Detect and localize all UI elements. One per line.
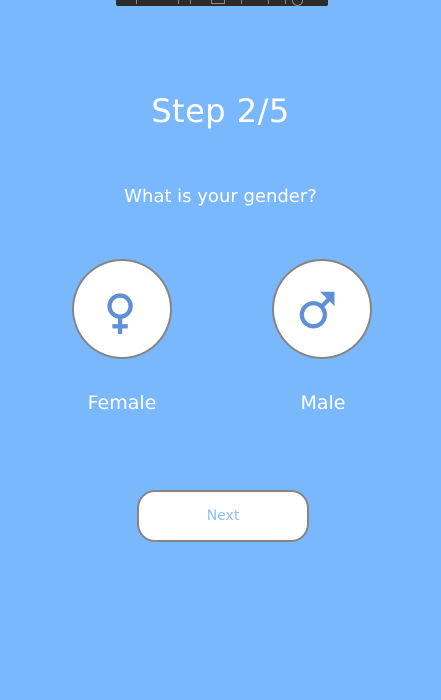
top-toolbar-strip [116, 0, 328, 6]
next-button[interactable]: Next [137, 490, 309, 542]
toolbar-tick [178, 0, 179, 4]
gender-question: What is your gender? [124, 186, 317, 207]
male-option-button[interactable] [272, 259, 372, 359]
female-symbol-icon [107, 293, 133, 334]
toolbar-tick [136, 0, 137, 4]
toolbar-tick [268, 0, 269, 4]
step-title: Step 2/5 [151, 92, 290, 130]
male-symbol-icon [299, 291, 335, 329]
toolbar-circle-icon [292, 0, 303, 6]
toolbar-tick [241, 0, 242, 4]
toolbar-tick [190, 0, 191, 4]
female-option-button[interactable] [72, 259, 172, 359]
female-option-label[interactable]: Female [42, 392, 202, 414]
male-option-label[interactable]: Male [243, 392, 403, 414]
toolbar-box-icon [211, 0, 225, 4]
toolbar-tick [285, 0, 286, 4]
